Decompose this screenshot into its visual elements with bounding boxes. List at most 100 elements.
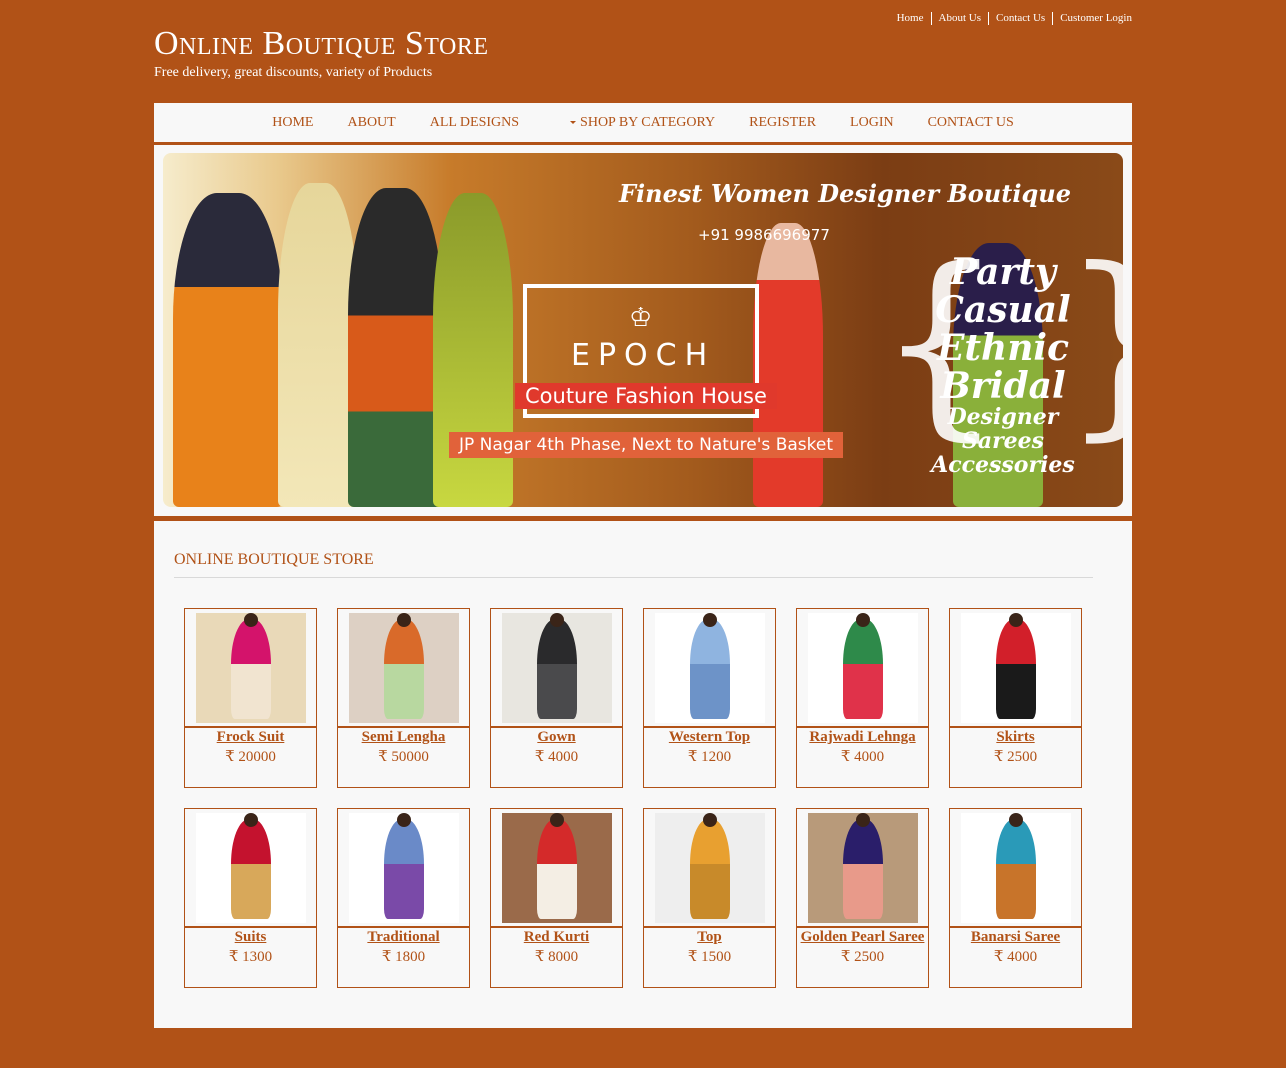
product-card[interactable]: Gown ₹ 4000 [490, 608, 623, 788]
product-name-link[interactable]: Suits [185, 929, 316, 946]
product-card[interactable]: Traditional ₹ 1800 [337, 808, 470, 988]
product-image-area [950, 809, 1081, 928]
product-name-link[interactable]: Gown [491, 729, 622, 746]
product-image[interactable] [655, 613, 765, 723]
product-price: ₹ 1300 [228, 949, 273, 965]
nav-all-designs[interactable]: ALL DESIGNS [430, 115, 519, 131]
product-card[interactable]: Red Kurti ₹ 8000 [490, 808, 623, 988]
product-image[interactable] [349, 813, 459, 923]
nav-login[interactable]: LOGIN [850, 115, 894, 131]
banner-section: Finest Women Designer Boutique +91 99866… [154, 145, 1132, 516]
product-price: ₹ 8000 [534, 949, 579, 965]
product-image-area [491, 609, 622, 728]
product-name-link[interactable]: Rajwadi Lehnga [797, 729, 928, 746]
section-title: ONLINE BOUTIQUE STORE [174, 551, 374, 568]
product-card[interactable]: Semi Lengha ₹ 50000 [337, 608, 470, 788]
product-name-link[interactable]: Skirts [950, 729, 1081, 746]
product-name-link[interactable]: Semi Lengha [338, 729, 469, 746]
nav-home[interactable]: HOME [272, 115, 313, 131]
product-image-area [185, 609, 316, 728]
product-price: ₹ 20000 [225, 749, 276, 765]
product-price: ₹ 50000 [378, 749, 429, 765]
banner-categories: Party Casual Ethnic Bridal Designer Sare… [903, 253, 1103, 477]
nav-about[interactable]: ABOUT [348, 115, 396, 131]
product-name-link[interactable]: Traditional [338, 929, 469, 946]
banner-headline: Finest Women Designer Boutique [619, 179, 1071, 208]
product-figure-head [703, 613, 717, 627]
product-card[interactable]: Top ₹ 1500 [643, 808, 776, 988]
banner-image: Finest Women Designer Boutique +91 99866… [163, 153, 1123, 507]
product-figure [843, 819, 883, 919]
product-figure-head [856, 613, 870, 627]
product-image-area [644, 809, 775, 928]
product-figure [996, 819, 1036, 919]
product-figure [231, 819, 271, 919]
product-image-area [338, 809, 469, 928]
product-card[interactable]: Golden Pearl Saree ₹ 2500 [796, 808, 929, 988]
product-price: ₹ 1800 [381, 949, 426, 965]
product-card[interactable]: Rajwadi Lehnga ₹ 4000 [796, 608, 929, 788]
nav-register[interactable]: REGISTER [749, 115, 816, 131]
product-image-area [644, 609, 775, 728]
top-link-contact-us[interactable]: Contact Us [987, 12, 1052, 25]
product-price: ₹ 4000 [534, 749, 579, 765]
product-figure [231, 619, 271, 719]
top-links: Home About Us Contact Us Customer Login [890, 12, 1132, 25]
product-image[interactable] [349, 613, 459, 723]
product-figure-head [244, 613, 258, 627]
banner-dress-red [753, 223, 823, 507]
banner-category: Ethnic [936, 327, 1069, 369]
product-image[interactable] [808, 813, 918, 923]
product-name-link[interactable]: Banarsi Saree [950, 929, 1081, 946]
main-nav: HOME ABOUT ALL DESIGNS SHOP BY CATEGORY … [154, 103, 1132, 142]
product-name-link[interactable]: Top [644, 929, 775, 946]
product-image[interactable] [196, 613, 306, 723]
product-figure [537, 819, 577, 919]
nav-contact-us[interactable]: CONTACT US [928, 115, 1014, 131]
product-card[interactable]: Western Top ₹ 1200 [643, 608, 776, 788]
top-link-customer-login[interactable]: Customer Login [1052, 12, 1132, 25]
banner-category: Designer Sarees [947, 404, 1059, 454]
banner-address: JP Nagar 4th Phase, Next to Nature's Bas… [449, 432, 843, 458]
product-name-link[interactable]: Red Kurti [491, 929, 622, 946]
product-figure-head [1009, 613, 1023, 627]
product-image[interactable] [808, 613, 918, 723]
product-image[interactable] [961, 613, 1071, 723]
product-figure [996, 619, 1036, 719]
banner-category: Casual [935, 289, 1071, 331]
banner-category: Party [950, 251, 1056, 293]
product-image-area [338, 609, 469, 728]
product-name-link[interactable]: Frock Suit [185, 729, 316, 746]
nav-shop-by-category-dropdown[interactable]: SHOP BY CATEGORY [570, 115, 715, 131]
product-figure [690, 619, 730, 719]
top-link-home[interactable]: Home [890, 12, 931, 25]
product-figure-head [244, 813, 258, 827]
product-image[interactable] [961, 813, 1071, 923]
banner-brand: EPOCH [571, 338, 716, 373]
product-figure-head [397, 613, 411, 627]
banner-category: Accessories [931, 452, 1075, 478]
section-divider [174, 577, 1093, 578]
banner-dress-floral [348, 188, 443, 507]
product-price: ₹ 2500 [993, 749, 1038, 765]
product-image[interactable] [502, 813, 612, 923]
product-card[interactable]: Frock Suit ₹ 20000 [184, 608, 317, 788]
product-price: ₹ 4000 [993, 949, 1038, 965]
banner-phone: +91 9986696977 [698, 226, 830, 244]
top-link-about-us[interactable]: About Us [930, 12, 988, 25]
product-image[interactable] [655, 813, 765, 923]
product-card[interactable]: Skirts ₹ 2500 [949, 608, 1082, 788]
product-figure [384, 819, 424, 919]
product-image[interactable] [196, 813, 306, 923]
site-tagline: Free delivery, great discounts, variety … [154, 65, 433, 80]
banner-dress-cream [278, 183, 358, 507]
product-figure [843, 619, 883, 719]
product-figure-head [856, 813, 870, 827]
product-card[interactable]: Suits ₹ 1300 [184, 808, 317, 988]
product-figure-head [550, 813, 564, 827]
product-card[interactable]: Banarsi Saree ₹ 4000 [949, 808, 1082, 988]
product-image[interactable] [502, 613, 612, 723]
product-name-link[interactable]: Golden Pearl Saree [797, 929, 928, 946]
caret-down-icon [570, 121, 577, 124]
product-name-link[interactable]: Western Top [644, 729, 775, 746]
